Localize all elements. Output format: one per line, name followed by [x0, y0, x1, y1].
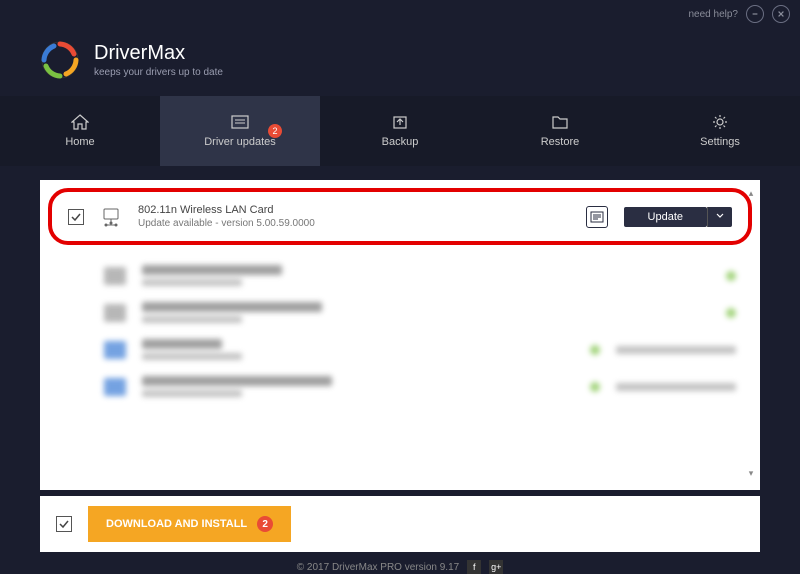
brand-title: DriverMax: [94, 42, 223, 65]
minimize-button[interactable]: [746, 5, 764, 23]
row-text: 802.11n Wireless LAN Card Update availab…: [138, 204, 570, 229]
scroll-up-icon[interactable]: ▴: [744, 188, 758, 202]
navbar: Home Driver updates 2 Backup Restore Set…: [0, 96, 800, 166]
titlebar: need help?: [0, 0, 800, 28]
facebook-icon[interactable]: f: [467, 560, 481, 574]
footer: © 2017 DriverMax PRO version 9.17 f g+: [0, 552, 800, 574]
driver-name: 802.11n Wireless LAN Card: [138, 204, 570, 216]
download-label: DOWNLOAD AND INSTALL: [106, 518, 247, 530]
driver-row-blurred: [48, 294, 752, 331]
header: DriverMax keeps your drivers up to date: [0, 28, 800, 96]
select-all-checkbox[interactable]: [56, 516, 72, 532]
app-logo-icon: [40, 40, 80, 80]
row-checkbox[interactable]: [68, 209, 84, 225]
updates-badge: 2: [268, 124, 282, 138]
bottom-bar: DOWNLOAD AND INSTALL 2: [40, 496, 760, 552]
updates-icon: [230, 114, 250, 130]
scroll-down-icon[interactable]: ▾: [744, 468, 758, 482]
restore-icon: [550, 114, 570, 130]
update-button[interactable]: Update: [624, 207, 707, 227]
scrollbar[interactable]: ▴ ▾: [744, 188, 758, 482]
nav-driver-updates[interactable]: Driver updates 2: [160, 96, 320, 166]
nav-label: Restore: [541, 136, 580, 148]
update-dropdown[interactable]: [707, 207, 732, 227]
driver-list: 802.11n Wireless LAN Card Update availab…: [40, 180, 760, 490]
copyright: © 2017 DriverMax PRO version 9.17: [297, 562, 459, 573]
nav-settings[interactable]: Settings: [640, 96, 800, 166]
nav-home[interactable]: Home: [0, 96, 160, 166]
driver-row-blurred: [48, 257, 752, 294]
home-icon: [70, 114, 90, 130]
driver-row-highlighted: 802.11n Wireless LAN Card Update availab…: [48, 188, 752, 245]
download-install-button[interactable]: DOWNLOAD AND INSTALL 2: [88, 506, 291, 542]
download-badge: 2: [257, 516, 273, 532]
nav-label: Home: [65, 136, 94, 148]
nav-backup[interactable]: Backup: [320, 96, 480, 166]
gear-icon: [710, 114, 730, 130]
nav-label: Settings: [700, 136, 740, 148]
driver-row-blurred: [48, 331, 752, 368]
network-card-icon: [100, 206, 122, 228]
nav-restore[interactable]: Restore: [480, 96, 640, 166]
nav-label: Backup: [382, 136, 419, 148]
driver-status: Update available - version 5.00.59.0000: [138, 218, 570, 229]
googleplus-icon[interactable]: g+: [489, 560, 503, 574]
close-button[interactable]: [772, 5, 790, 23]
nav-label: Driver updates: [204, 136, 276, 148]
help-link[interactable]: need help?: [689, 9, 739, 20]
backup-icon: [390, 114, 410, 130]
driver-row-blurred: [48, 368, 752, 405]
brand-subtitle: keeps your drivers up to date: [94, 67, 223, 78]
info-button[interactable]: [586, 206, 608, 228]
